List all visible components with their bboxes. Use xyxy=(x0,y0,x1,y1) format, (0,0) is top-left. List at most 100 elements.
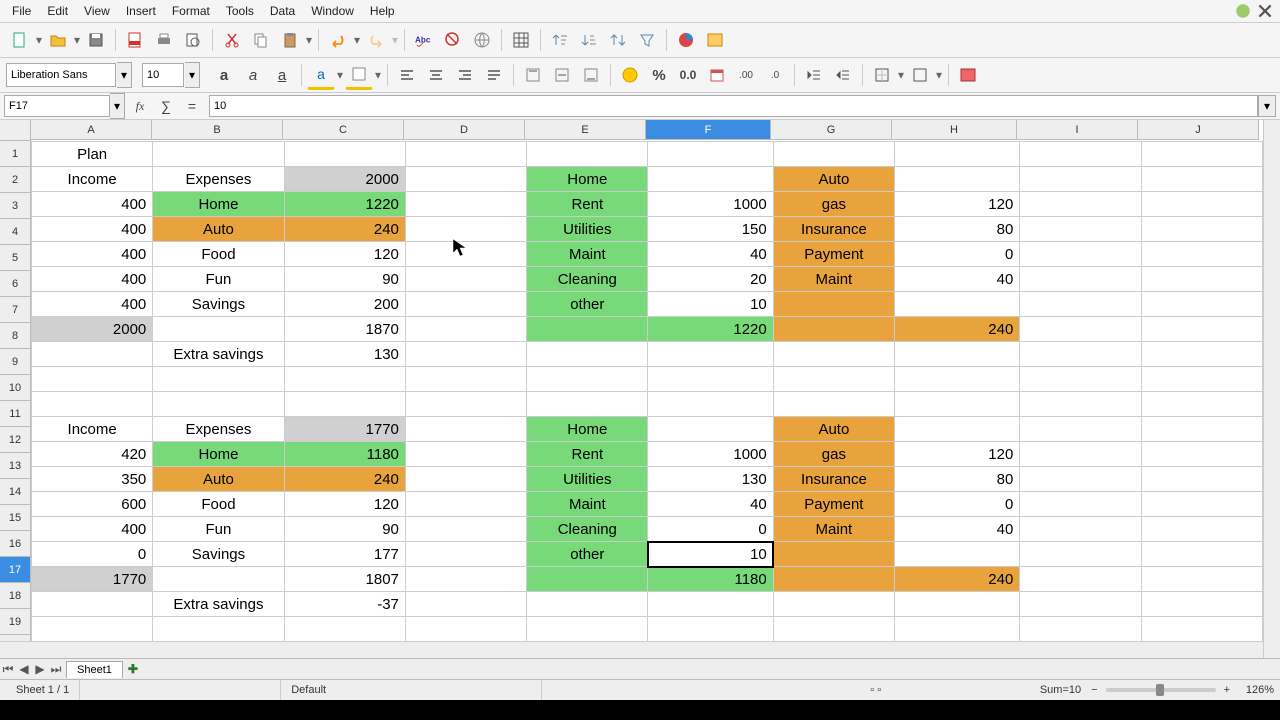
font-size-combo[interactable]: 10 xyxy=(142,63,184,87)
cell-I16[interactable] xyxy=(1020,517,1141,542)
cell-C18[interactable]: 1807 xyxy=(284,567,405,592)
cell-I4[interactable] xyxy=(1020,217,1141,242)
cell-A17[interactable]: 0 xyxy=(32,542,153,567)
cell-A1[interactable]: Plan xyxy=(32,142,153,167)
cell-B5[interactable]: Food xyxy=(153,242,284,267)
border-style-icon[interactable] xyxy=(906,61,934,89)
redo-icon[interactable] xyxy=(362,26,390,54)
row-header-6[interactable]: 6 xyxy=(0,271,30,297)
row-header-3[interactable]: 3 xyxy=(0,193,30,219)
cell-F14[interactable]: 130 xyxy=(648,467,773,492)
cell-C11[interactable] xyxy=(284,392,405,417)
bold-icon[interactable]: a xyxy=(210,61,238,89)
add-decimal-icon[interactable]: .00 xyxy=(732,61,760,89)
cell-H5[interactable]: 0 xyxy=(895,242,1020,267)
sort-icon[interactable] xyxy=(604,26,632,54)
cell-E12[interactable]: Home xyxy=(527,417,648,442)
gallery-icon[interactable] xyxy=(701,26,729,54)
cell-G17[interactable] xyxy=(773,542,894,567)
cell-C15[interactable]: 120 xyxy=(284,492,405,517)
cell-E18[interactable] xyxy=(527,567,648,592)
cell-D6[interactable] xyxy=(405,267,526,292)
vertical-scrollbar[interactable] xyxy=(1263,120,1280,658)
cell-J8[interactable] xyxy=(1141,317,1262,342)
font-size-dropdown[interactable]: ▾ xyxy=(185,62,200,88)
cell-A13[interactable]: 420 xyxy=(32,442,153,467)
chart-icon[interactable] xyxy=(672,26,700,54)
sheet-tab-1[interactable]: Sheet1 xyxy=(66,661,123,678)
borders-icon[interactable] xyxy=(868,61,896,89)
percent-icon[interactable]: % xyxy=(645,61,673,89)
row-header-4[interactable]: 4 xyxy=(0,219,30,245)
cell-B10[interactable] xyxy=(153,367,284,392)
new-icon[interactable] xyxy=(6,26,34,54)
cell-F16[interactable]: 0 xyxy=(648,517,773,542)
cell-E17[interactable]: other xyxy=(527,542,648,567)
update-icon[interactable] xyxy=(1234,2,1252,20)
cell-C2[interactable]: 2000 xyxy=(284,167,405,192)
menu-edit[interactable]: Edit xyxy=(39,2,76,20)
spreadsheet-grid[interactable]: ABCDEFGHIJ 12345678910111213141516171819… xyxy=(0,120,1280,658)
cell-J4[interactable] xyxy=(1141,217,1262,242)
cell-C14[interactable]: 240 xyxy=(284,467,405,492)
row-header-14[interactable]: 14 xyxy=(0,479,30,505)
cell-E14[interactable]: Utilities xyxy=(527,467,648,492)
cell-H4[interactable]: 80 xyxy=(895,217,1020,242)
cell-A7[interactable]: 400 xyxy=(32,292,153,317)
zoom-level[interactable]: 126% xyxy=(1230,684,1274,696)
cell-A11[interactable] xyxy=(32,392,153,417)
cell-C20[interactable] xyxy=(284,617,405,642)
cell-E11[interactable] xyxy=(527,392,648,417)
cell-C1[interactable] xyxy=(284,142,405,167)
sum-icon[interactable]: ∑ xyxy=(155,96,177,116)
cell-G9[interactable] xyxy=(773,342,894,367)
paste-icon[interactable] xyxy=(276,26,304,54)
col-header-E[interactable]: E xyxy=(525,120,646,140)
cell-F15[interactable]: 40 xyxy=(648,492,773,517)
menu-insert[interactable]: Insert xyxy=(118,2,164,20)
cell-F6[interactable]: 20 xyxy=(648,267,773,292)
cell-I14[interactable] xyxy=(1020,467,1141,492)
paste-dropdown[interactable]: ▾ xyxy=(305,33,313,47)
cell-F10[interactable] xyxy=(648,367,773,392)
cell-G4[interactable]: Insurance xyxy=(773,217,894,242)
cell-F2[interactable] xyxy=(648,167,773,192)
cell-J11[interactable] xyxy=(1141,392,1262,417)
cell-F4[interactable]: 150 xyxy=(648,217,773,242)
undo-icon[interactable] xyxy=(324,26,352,54)
cell-G1[interactable] xyxy=(773,142,894,167)
cell-F19[interactable] xyxy=(648,592,773,617)
cell-J13[interactable] xyxy=(1141,442,1262,467)
row-header-18[interactable]: 18 xyxy=(0,583,30,609)
row-header-11[interactable]: 11 xyxy=(0,401,30,427)
cell-B17[interactable]: Savings xyxy=(153,542,284,567)
menu-tools[interactable]: Tools xyxy=(218,2,262,20)
zoom-slider[interactable] xyxy=(1106,688,1216,692)
cell-A2[interactable]: Income xyxy=(32,167,153,192)
cell-J10[interactable] xyxy=(1141,367,1262,392)
cell-I10[interactable] xyxy=(1020,367,1141,392)
align-right-icon[interactable] xyxy=(451,61,479,89)
font-name-dropdown[interactable]: ▾ xyxy=(117,62,132,88)
filter-icon[interactable] xyxy=(633,26,661,54)
cell-D17[interactable] xyxy=(405,542,526,567)
cell-A5[interactable]: 400 xyxy=(32,242,153,267)
cell-E7[interactable]: other xyxy=(527,292,648,317)
cell-G18[interactable] xyxy=(773,567,894,592)
cell-A14[interactable]: 350 xyxy=(32,467,153,492)
cell-A8[interactable]: 2000 xyxy=(32,317,153,342)
cell-B7[interactable]: Savings xyxy=(153,292,284,317)
redo-dropdown[interactable]: ▾ xyxy=(391,33,399,47)
cell-D1[interactable] xyxy=(405,142,526,167)
cell-G5[interactable]: Payment xyxy=(773,242,894,267)
sort-desc-icon[interactable] xyxy=(575,26,603,54)
cell-I13[interactable] xyxy=(1020,442,1141,467)
cell-E2[interactable]: Home xyxy=(527,167,648,192)
font-name-combo[interactable]: Liberation Sans xyxy=(6,63,116,87)
cell-G20[interactable] xyxy=(773,617,894,642)
cell-B4[interactable]: Auto xyxy=(153,217,284,242)
cell-C9[interactable]: 130 xyxy=(284,342,405,367)
cell-E15[interactable]: Maint xyxy=(527,492,648,517)
row-header-19[interactable]: 19 xyxy=(0,609,30,635)
cell-J15[interactable] xyxy=(1141,492,1262,517)
